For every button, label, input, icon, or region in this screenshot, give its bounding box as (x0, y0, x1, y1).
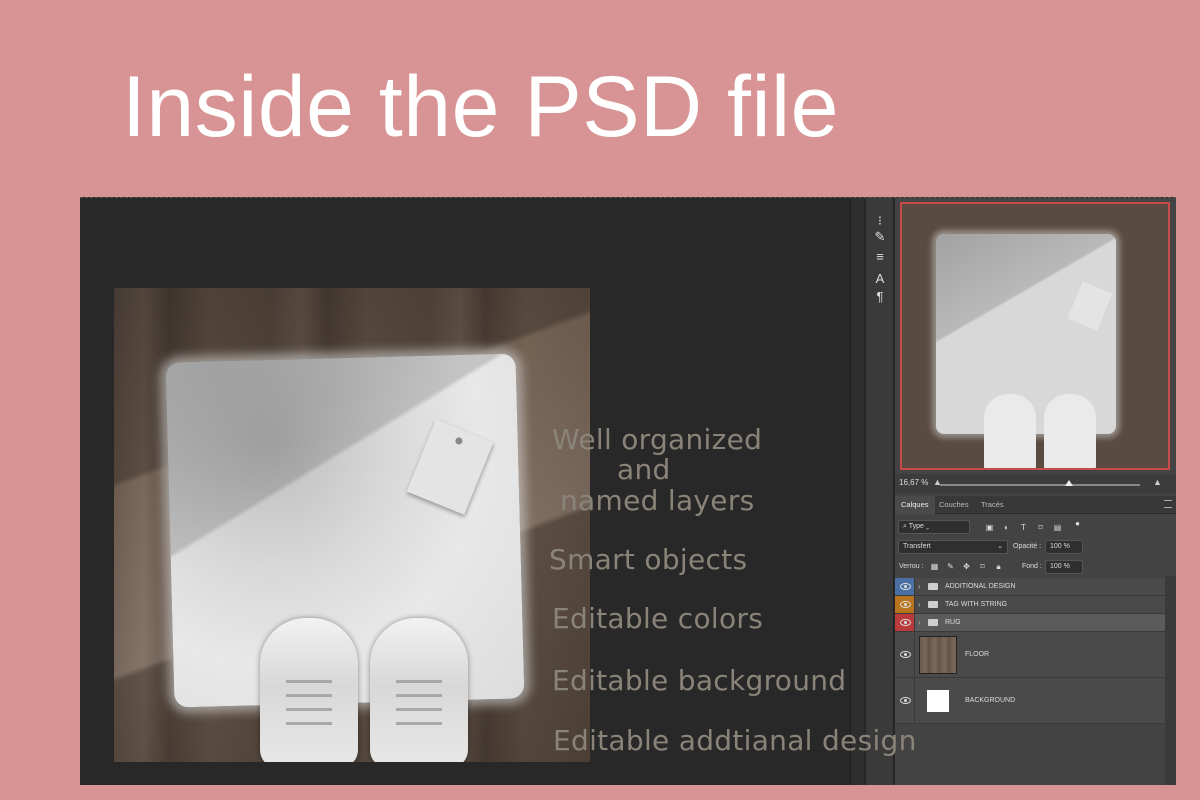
layer-name: ADDITIONAL DESIGN (945, 583, 1016, 590)
layer-tag-with-string[interactable]: › TAG WITH STRING (895, 596, 1165, 614)
fill-input[interactable]: 100 % (1045, 560, 1083, 574)
lock-all-icon[interactable]: 🔒︎ (994, 562, 1003, 571)
artwork-preview (114, 288, 590, 762)
fill-value: 100 % (1050, 563, 1070, 570)
lace (286, 680, 332, 683)
tab-calques[interactable]: Calques (895, 496, 935, 514)
layer-thumbnail (919, 682, 957, 720)
blend-mode-value: Transfert (903, 543, 931, 550)
eye-icon (900, 583, 911, 590)
visibility-toggle[interactable] (895, 632, 915, 677)
tool-strip: ⁝ ✎ ≡ A ¶ (866, 198, 894, 785)
lock-artboard-icon[interactable]: ⌑ (978, 562, 987, 571)
paragraph-icon[interactable]: ¶ (870, 288, 890, 306)
visibility-toggle[interactable] (895, 614, 915, 631)
chevron-right-icon[interactable]: › (918, 582, 921, 591)
eye-icon (900, 697, 911, 704)
navigator-shoe (984, 394, 1036, 468)
image-filter-icon[interactable]: ▣ (985, 523, 994, 532)
navigator-shoe (1044, 394, 1096, 468)
lock-transparency-icon[interactable]: ▦ (930, 562, 939, 571)
paintbrush-icon[interactable]: ✎ (870, 228, 890, 246)
lace (286, 722, 332, 725)
panel-menu-icon[interactable] (1164, 500, 1172, 508)
folder-icon (928, 583, 938, 590)
smart-object-filter-icon[interactable]: ▤ (1053, 523, 1062, 532)
lace (286, 708, 332, 711)
lock-pixels-icon[interactable]: ✎ (946, 562, 955, 571)
lace (396, 680, 442, 683)
fill-label: Fond : (1022, 563, 1042, 570)
layer-name: RUG (945, 619, 961, 626)
opacity-input[interactable]: 100 % (1045, 540, 1083, 554)
lace (396, 694, 442, 697)
right-shoe-image (370, 618, 468, 762)
lock-position-icon[interactable]: ✥ (962, 562, 971, 571)
lace (396, 708, 442, 711)
lock-label: Verrou : (899, 563, 924, 570)
visibility-toggle[interactable] (895, 578, 915, 595)
folder-icon (928, 619, 938, 626)
tab-couches[interactable]: Couches (933, 496, 975, 514)
navigator-preview[interactable] (900, 202, 1170, 470)
right-panels: 16,67 % ▲ ▲ Calques Couches Tracés ⌕ Typ… (895, 198, 1176, 785)
adjustment-filter-icon[interactable]: ◐ (1002, 523, 1011, 532)
tab-traces[interactable]: Tracés (975, 496, 1010, 514)
layer-name: FLOOR (965, 651, 990, 658)
layer-rug[interactable]: › RUG (895, 614, 1165, 632)
blend-mode-select[interactable]: Transfert ⌄ (898, 540, 1008, 554)
navigator-zoom-row: 16,67 % ▲ ▲ (895, 474, 1176, 494)
visibility-toggle[interactable] (895, 678, 915, 723)
folder-icon (928, 601, 938, 608)
chevron-right-icon[interactable]: › (918, 618, 921, 627)
type-filter-icon[interactable]: T (1019, 523, 1028, 532)
filter-type-select[interactable]: ⌕ Type ⌄ (898, 520, 970, 534)
visibility-toggle[interactable] (895, 596, 915, 613)
zoom-in-icon[interactable]: ▲ (1153, 477, 1162, 487)
filter-toggle-icon[interactable]: ● (1073, 519, 1082, 528)
headline-title: Inside the PSD file (122, 59, 839, 155)
canvas-scrollbar[interactable] (850, 198, 864, 785)
layers-scrollbar[interactable] (1165, 576, 1176, 785)
layer-floor[interactable]: FLOOR (895, 632, 1165, 678)
chevron-down-icon: ⌄ (997, 543, 1003, 550)
photoshop-window: ⁝ ✎ ≡ A ¶ 16,67 % ▲ ▲ Calques Couches Tr… (80, 197, 1176, 785)
layer-name: TAG WITH STRING (945, 601, 1008, 608)
eye-icon (900, 651, 911, 658)
filter-type-value: Type (908, 523, 924, 530)
layer-name: BACKGROUND (965, 697, 1016, 704)
chevron-right-icon[interactable]: › (918, 600, 921, 609)
character-icon[interactable]: A (870, 270, 890, 288)
left-shoe-image (260, 618, 358, 762)
opacity-value: 100 % (1050, 543, 1070, 550)
lace (396, 722, 442, 725)
zoom-value[interactable]: 16,67 % (899, 478, 928, 487)
document-canvas[interactable] (80, 198, 850, 785)
eye-icon (900, 619, 911, 626)
tag-hole (454, 436, 464, 446)
zoom-slider[interactable] (940, 480, 1140, 486)
layer-thumbnail (919, 636, 957, 674)
zoom-slider-thumb[interactable] (1065, 480, 1073, 486)
eye-icon (900, 601, 911, 608)
shape-filter-icon[interactable]: ⌑ (1036, 523, 1045, 532)
adjustments-icon[interactable]: ≡ (870, 248, 890, 266)
layers-panel-tabs: Calques Couches Tracés (895, 496, 1176, 514)
lace (286, 694, 332, 697)
layer-additional-design[interactable]: › ADDITIONAL DESIGN (895, 578, 1165, 596)
layer-background[interactable]: BACKGROUND (895, 678, 1165, 724)
opacity-label: Opacité : (1013, 543, 1042, 550)
